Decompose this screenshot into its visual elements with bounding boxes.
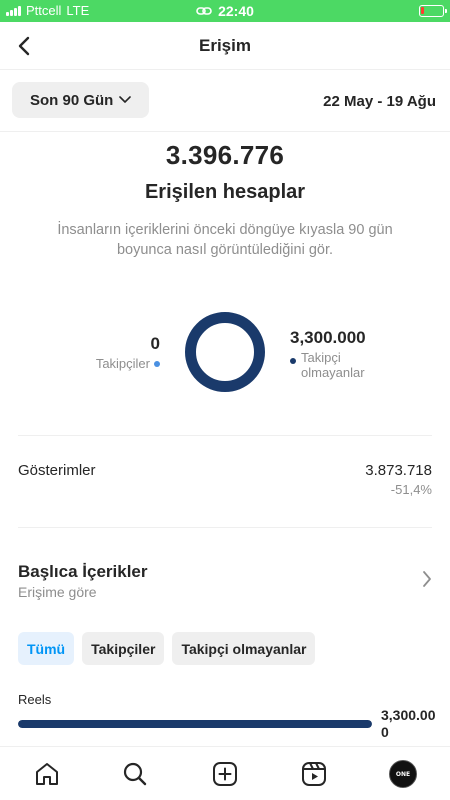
status-right (419, 5, 447, 17)
divider (18, 435, 432, 436)
tab-reels[interactable] (299, 759, 329, 789)
non-followers-legend: Takipçi olmayanlar (290, 350, 376, 380)
reels-value: 3,300.000 (381, 707, 436, 740)
tab-search[interactable] (120, 759, 150, 789)
status-center: 22:40 (0, 3, 450, 19)
reels-reach-row: Reels 3,300.000 (0, 692, 450, 742)
chip-non-followers[interactable]: Takipçi olmayanlar (172, 632, 316, 665)
link-icon (196, 7, 212, 15)
followers-legend: Takipçiler (96, 356, 160, 371)
profile-avatar: ONE (389, 760, 417, 788)
chip-all[interactable]: Tümü (18, 632, 75, 665)
date-range-text: 22 May - 19 Ağu (323, 93, 436, 110)
non-followers-stat: 3,300.000 Takipçi olmayanlar (290, 328, 376, 380)
bottom-tab-bar: ONE (0, 746, 450, 800)
battery-icon (419, 5, 447, 17)
followers-label: Takipçiler (95, 356, 150, 371)
followers-color-dot (154, 360, 160, 367)
search-icon (123, 762, 147, 786)
impressions-change: -51,4% (390, 482, 432, 497)
non-followers-label: Takipçi olmayanlar (301, 350, 365, 380)
tab-home[interactable] (32, 759, 62, 789)
reels-label: Reels (18, 692, 52, 707)
reach-summary: 3.396.776 Erişilen hesaplar İnsanların i… (0, 140, 450, 260)
followers-stat: 0 Takipçiler (96, 334, 160, 371)
reels-icon (302, 762, 326, 786)
tab-create[interactable] (210, 759, 240, 789)
impressions-row: Gösterimler 3.873.718 -51,4% (0, 460, 450, 510)
home-icon (36, 763, 58, 785)
filter-row: Son 90 Gün 22 May - 19 Ağu (0, 70, 450, 132)
divider (18, 527, 432, 528)
audience-filter-chips: Tümü Takipçiler Takipçi olmayanlar (18, 632, 316, 665)
chip-followers[interactable]: Takipçiler (82, 632, 165, 665)
clock-time: 22:40 (218, 3, 254, 19)
non-followers-color-dot (290, 358, 296, 364)
page-title: Erişim (199, 36, 251, 55)
audience-breakdown: 0 Takipçiler 3,300.000 Takipçi olmayanla… (0, 300, 450, 410)
chevron-right-icon (423, 571, 431, 587)
audience-donut-chart (185, 312, 265, 392)
top-content-link[interactable]: Başlıca İçerikler Erişime göre (0, 560, 450, 604)
date-range-dropdown-label: Son 90 Gün (30, 91, 114, 109)
tab-profile[interactable]: ONE (388, 759, 418, 789)
chevron-down-icon (119, 96, 132, 103)
reels-bar-track (18, 720, 372, 728)
non-followers-value: 3,300.000 (290, 328, 366, 347)
nav-header: Erişim (0, 22, 450, 70)
date-range-dropdown[interactable]: Son 90 Gün (12, 82, 150, 118)
followers-value: 0 (150, 334, 160, 353)
reels-bar-fill (18, 720, 372, 728)
status-bar: Pttcell LTE 22:40 (0, 0, 450, 22)
reach-description: İnsanların içeriklerini önceki döngüye k… (57, 222, 393, 258)
top-content-title: Başlıca İçerikler (18, 562, 148, 581)
impressions-label: Gösterimler (18, 462, 96, 479)
accounts-reached-label: Erişilen hesaplar (144, 181, 306, 203)
top-content-subtitle: Erişime göre (18, 584, 97, 600)
create-icon (213, 762, 237, 786)
accounts-reached-total: 3.396.776 (165, 140, 285, 170)
impressions-value: 3.873.718 (365, 462, 432, 479)
